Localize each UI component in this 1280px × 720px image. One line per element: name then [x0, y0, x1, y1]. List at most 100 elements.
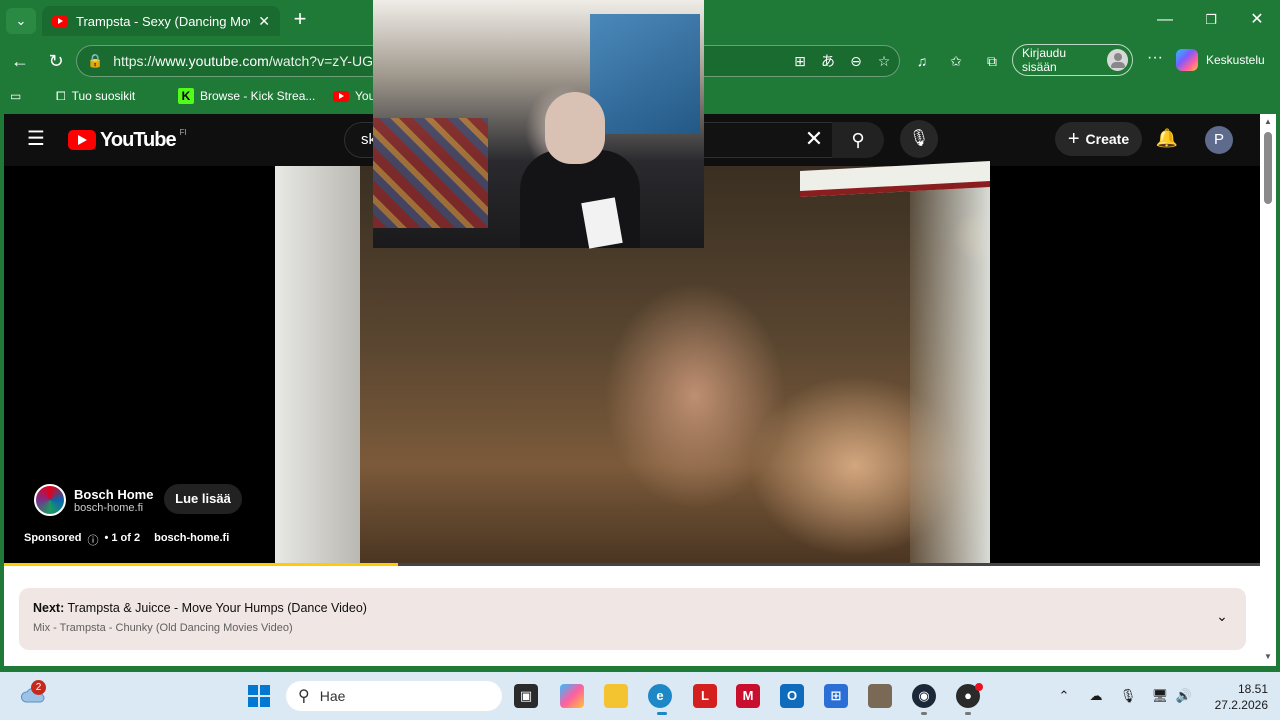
- import-favorites-icon: ⧠: [56, 88, 66, 103]
- tab-youtube[interactable]: Trampsta - Sexy (Dancing Movies ✕: [42, 6, 280, 36]
- browser-essentials-icon[interactable]: ♫: [912, 51, 932, 71]
- refresh-icon[interactable]: ↻: [43, 48, 69, 74]
- voice-search-mic-icon[interactable]: 🎙: [900, 120, 938, 158]
- webcam-person-head: [545, 92, 605, 164]
- active-app-indicator: [657, 712, 667, 715]
- notifications-bell-icon[interactable]: 🔔: [1155, 128, 1179, 152]
- system-clock[interactable]: 18.51 27.2.2026: [1206, 681, 1268, 713]
- bookmark-kick[interactable]: K Browse - Kick Strea...: [178, 86, 315, 106]
- task-view-icon[interactable]: ▣: [514, 684, 538, 708]
- app-available-icon[interactable]: ⊞: [790, 51, 810, 71]
- zoom-out-icon[interactable]: ⊖: [846, 51, 866, 71]
- weather-badge: 2: [31, 680, 46, 695]
- microsoft-store-icon[interactable]: ⊞: [824, 684, 848, 708]
- scroll-up-arrow-icon[interactable]: ▲: [1262, 117, 1274, 127]
- ad-count: • 1 of 2: [104, 532, 141, 544]
- file-explorer-icon[interactable]: [604, 684, 628, 708]
- create-label: Create: [1085, 131, 1130, 147]
- sidebar-toggle-icon[interactable]: ▭: [10, 86, 21, 106]
- url-text: https://www.youtube.com/watch?v=zY-UG: [113, 53, 373, 69]
- youtube-logo-icon: [68, 130, 96, 150]
- bookmark-label: Browse - Kick Strea...: [200, 89, 316, 103]
- site-info-lock-icon[interactable]: 🔒: [87, 53, 103, 69]
- ad-learn-more-button[interactable]: Lue lisää: [164, 484, 242, 514]
- tab-title: Trampsta - Sexy (Dancing Movies: [76, 13, 250, 29]
- favorites-icon[interactable]: ✩: [946, 51, 966, 71]
- create-button[interactable]: + Create: [1055, 122, 1142, 156]
- taskbar-search-input[interactable]: ⚲ Hae: [286, 681, 502, 711]
- more-options-icon[interactable]: ···: [1145, 48, 1165, 72]
- scroll-down-arrow-icon[interactable]: ▼: [1262, 652, 1274, 662]
- video-scene-wall: [275, 166, 360, 564]
- up-next-prefix: Next:: [33, 601, 65, 615]
- microphone-icon[interactable]: 🎙: [1118, 686, 1138, 706]
- youtube-icon: [333, 90, 349, 102]
- windows-start-icon[interactable]: [248, 685, 270, 707]
- mcafee-icon[interactable]: M: [736, 684, 760, 708]
- app-icon-avatar[interactable]: [868, 684, 892, 708]
- webcam-scene-curtain: [590, 14, 700, 134]
- onedrive-icon[interactable]: ☁: [1086, 686, 1106, 706]
- favorite-star-icon[interactable]: ☆: [874, 51, 894, 71]
- scrollbar-thumb[interactable]: [1264, 132, 1272, 204]
- youtube-logo-text: YouTube: [100, 128, 177, 151]
- tab-close-icon[interactable]: ✕: [258, 13, 270, 30]
- up-next-title[interactable]: Next: Trampsta & Juicce - Move Your Hump…: [33, 601, 367, 615]
- webcam-person: [520, 150, 640, 248]
- bookmark-label: Tuo suosikit: [71, 89, 136, 103]
- advertiser-logo: [34, 484, 66, 516]
- video-scene-doorframe: [910, 166, 990, 564]
- lidl-app-icon[interactable]: L: [693, 684, 717, 708]
- up-next-panel[interactable]: [19, 588, 1246, 650]
- minimize-button[interactable]: —: [1150, 8, 1180, 32]
- clock-date: 27.2.2026: [1214, 698, 1268, 712]
- taskbar-search-placeholder: Hae: [319, 688, 346, 704]
- webcam-scene-blanket: [373, 118, 488, 228]
- bookmark-import-favorites[interactable]: ⧠ Tuo suosikit: [56, 86, 135, 106]
- sponsor-domain[interactable]: bosch-home.fi: [154, 532, 229, 546]
- running-app-indicator: [965, 712, 971, 715]
- clock-time: 18.51: [1237, 682, 1268, 696]
- tab-actions-menu-button[interactable]: ⌄: [6, 8, 36, 34]
- info-icon[interactable]: ⓘ: [87, 532, 98, 547]
- translate-icon[interactable]: あ: [818, 51, 838, 71]
- plus-icon: +: [1067, 127, 1080, 150]
- up-next-video-title: Trampsta & Juicce - Move Your Humps (Dan…: [67, 601, 367, 615]
- signin-label: Kirjaudu sisään: [1022, 46, 1067, 74]
- volume-icon[interactable]: 🔊: [1174, 686, 1194, 706]
- youtube-favicon-icon: [52, 15, 68, 27]
- new-tab-button[interactable]: +: [288, 8, 312, 32]
- advertiser-name: Bosch Home: [74, 486, 154, 502]
- youtube-logo[interactable]: YouTube FI: [68, 128, 187, 152]
- edge-browser-icon[interactable]: e: [648, 684, 672, 708]
- user-avatar[interactable]: P: [1205, 126, 1233, 154]
- back-arrow-icon[interactable]: ←: [7, 48, 33, 74]
- signin-button[interactable]: Kirjaudu sisään: [1012, 44, 1133, 76]
- recording-dot-icon: [975, 683, 983, 691]
- kick-icon: K: [178, 88, 194, 104]
- advertiser-domain: bosch-home.fi: [74, 501, 144, 514]
- close-window-button[interactable]: ✕: [1242, 8, 1272, 32]
- steam-icon[interactable]: ◉: [912, 684, 936, 708]
- network-icon[interactable]: 🖥: [1150, 686, 1170, 706]
- outlook-icon[interactable]: O: [780, 684, 804, 708]
- show-hidden-icons-chevron-up-icon[interactable]: ⌃: [1054, 686, 1074, 706]
- copilot-button[interactable]: Keskustelu: [1176, 46, 1276, 74]
- profile-avatar-icon: [1106, 49, 1128, 71]
- sponsored-label: Sponsored: [24, 532, 82, 544]
- running-app-indicator: [921, 712, 927, 715]
- ad-sponsored-info: Sponsored ⓘ • 1 of 2 bosch-home.fi: [24, 532, 229, 547]
- copilot-label: Keskustelu: [1206, 53, 1265, 67]
- restore-button[interactable]: ❐: [1196, 8, 1226, 32]
- up-next-mix: Mix - Trampsta - Chunky (Old Dancing Mov…: [33, 622, 293, 634]
- copilot-app-icon[interactable]: [560, 684, 584, 708]
- copilot-icon: [1176, 49, 1198, 71]
- collections-icon[interactable]: ⧉: [982, 51, 1002, 71]
- clear-search-icon[interactable]: ✕: [803, 128, 825, 152]
- chevron-down-icon[interactable]: ⌄: [1212, 608, 1232, 628]
- country-code: FI: [179, 127, 187, 137]
- search-icon: ⚲: [298, 688, 310, 705]
- bookmark-youtube[interactable]: You: [333, 86, 375, 106]
- search-button[interactable]: ⚲: [832, 122, 884, 158]
- menu-hamburger-icon[interactable]: ☰: [24, 128, 48, 152]
